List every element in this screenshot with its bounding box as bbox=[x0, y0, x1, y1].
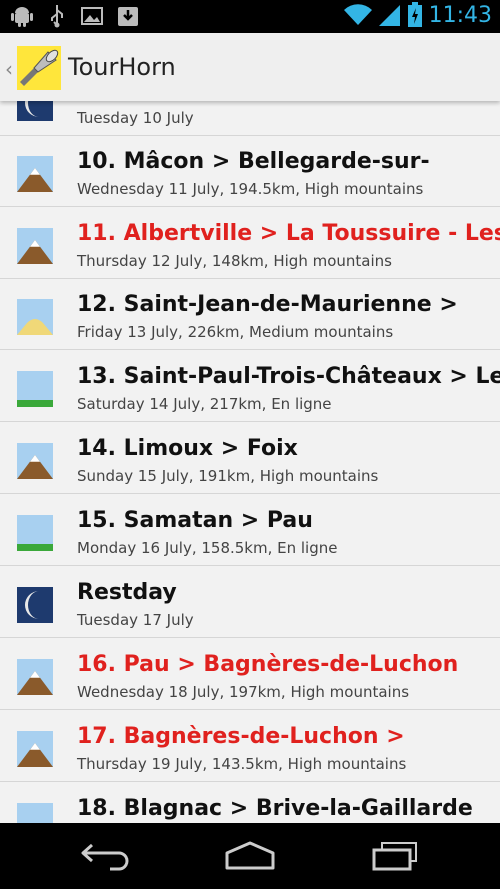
stage-subtitle: Wednesday 18 July, 197km, High mountains bbox=[77, 683, 410, 701]
stage-title: 18. Blagnac > Brive-la-Gaillarde bbox=[77, 796, 473, 821]
app-title: TourHorn bbox=[68, 53, 176, 81]
list-item[interactable]: 18. Blagnac > Brive-la-Gaillarde bbox=[0, 783, 500, 823]
night-icon bbox=[17, 587, 53, 623]
recent-apps-button[interactable] bbox=[370, 841, 422, 875]
list-item[interactable]: Tuesday 10 July bbox=[0, 101, 500, 136]
list-item[interactable]: 13. Saint-Paul-Trois-Châteaux > Le Satur… bbox=[0, 351, 500, 422]
stage-subtitle: Thursday 19 July, 143.5km, High mountain… bbox=[77, 755, 407, 773]
mountain-icon bbox=[17, 228, 53, 264]
usb-icon bbox=[51, 5, 63, 28]
list-item[interactable]: 15. Samatan > Pau Monday 16 July, 158.5k… bbox=[0, 495, 500, 566]
mountain-icon bbox=[17, 156, 53, 192]
list-item[interactable]: 16. Pau > Bagnères-de-Luchon Wednesday 1… bbox=[0, 639, 500, 710]
stage-title: 13. Saint-Paul-Trois-Châteaux > Le bbox=[77, 364, 500, 389]
stage-title: 10. Mâcon > Bellegarde-sur- bbox=[77, 149, 430, 174]
back-button[interactable] bbox=[80, 841, 132, 875]
list-item[interactable]: Restday Tuesday 17 July bbox=[0, 567, 500, 638]
home-icon bbox=[225, 841, 275, 870]
flat-icon bbox=[17, 515, 53, 551]
stage-title: 15. Samatan > Pau bbox=[77, 508, 313, 533]
list-item[interactable]: 11. Albertville > La Toussuire - Les Thu… bbox=[0, 208, 500, 279]
stage-subtitle: Tuesday 17 July bbox=[77, 611, 194, 629]
flat-icon bbox=[17, 803, 53, 823]
home-up-button[interactable]: ‹ bbox=[0, 33, 66, 101]
mountain-icon bbox=[17, 659, 53, 695]
stage-title: 16. Pau > Bagnères-de-Luchon bbox=[77, 652, 459, 677]
status-bar: 11:43 bbox=[0, 0, 500, 33]
mountain-icon bbox=[17, 731, 53, 767]
list-item[interactable]: 14. Limoux > Foix Sunday 15 July, 191km,… bbox=[0, 423, 500, 494]
action-bar: ‹ TourHorn bbox=[0, 33, 500, 101]
wifi-icon bbox=[343, 4, 372, 26]
list-item[interactable]: 17. Bagnères-de-Luchon > Thursday 19 Jul… bbox=[0, 711, 500, 782]
image-icon bbox=[81, 7, 103, 25]
clock: 11:43 bbox=[428, 2, 492, 28]
stage-subtitle: Friday 13 July, 226km, Medium mountains bbox=[77, 323, 394, 341]
stage-subtitle: Tuesday 10 July bbox=[77, 109, 194, 127]
navigation-bar bbox=[0, 823, 500, 889]
download-icon bbox=[118, 7, 138, 26]
stage-list[interactable]: Tuesday 10 July 10. Mâcon > Bellegarde-s… bbox=[0, 101, 500, 823]
stage-title: 12. Saint-Jean-de-Maurienne > bbox=[77, 292, 458, 317]
stage-title: Restday bbox=[77, 580, 177, 605]
stage-title: 14. Limoux > Foix bbox=[77, 436, 298, 461]
back-icon bbox=[81, 843, 129, 871]
stage-subtitle: Thursday 12 July, 148km, High mountains bbox=[77, 252, 392, 270]
android-icon bbox=[11, 7, 33, 27]
night-icon bbox=[17, 101, 53, 121]
recent-apps-icon bbox=[372, 842, 417, 871]
stage-title: 11. Albertville > La Toussuire - Les bbox=[77, 221, 500, 246]
home-button[interactable] bbox=[224, 841, 276, 875]
stage-title: 17. Bagnères-de-Luchon > bbox=[77, 724, 405, 749]
mountain-icon bbox=[17, 443, 53, 479]
list-item[interactable]: 10. Mâcon > Bellegarde-sur- Wednesday 11… bbox=[0, 136, 500, 207]
battery-icon bbox=[407, 2, 422, 27]
flat-icon bbox=[17, 371, 53, 407]
signal-icon bbox=[378, 5, 400, 26]
stage-subtitle: Sunday 15 July, 191km, High mountains bbox=[77, 467, 379, 485]
horn-icon bbox=[17, 46, 61, 90]
stage-subtitle: Saturday 14 July, 217km, En ligne bbox=[77, 395, 332, 413]
stage-subtitle: Monday 16 July, 158.5km, En ligne bbox=[77, 539, 338, 557]
stage-subtitle: Wednesday 11 July, 194.5km, High mountai… bbox=[77, 180, 424, 198]
list-item[interactable]: 12. Saint-Jean-de-Maurienne > Friday 13 … bbox=[0, 279, 500, 350]
hills-icon bbox=[17, 299, 53, 335]
up-caret-icon: ‹ bbox=[5, 57, 13, 81]
